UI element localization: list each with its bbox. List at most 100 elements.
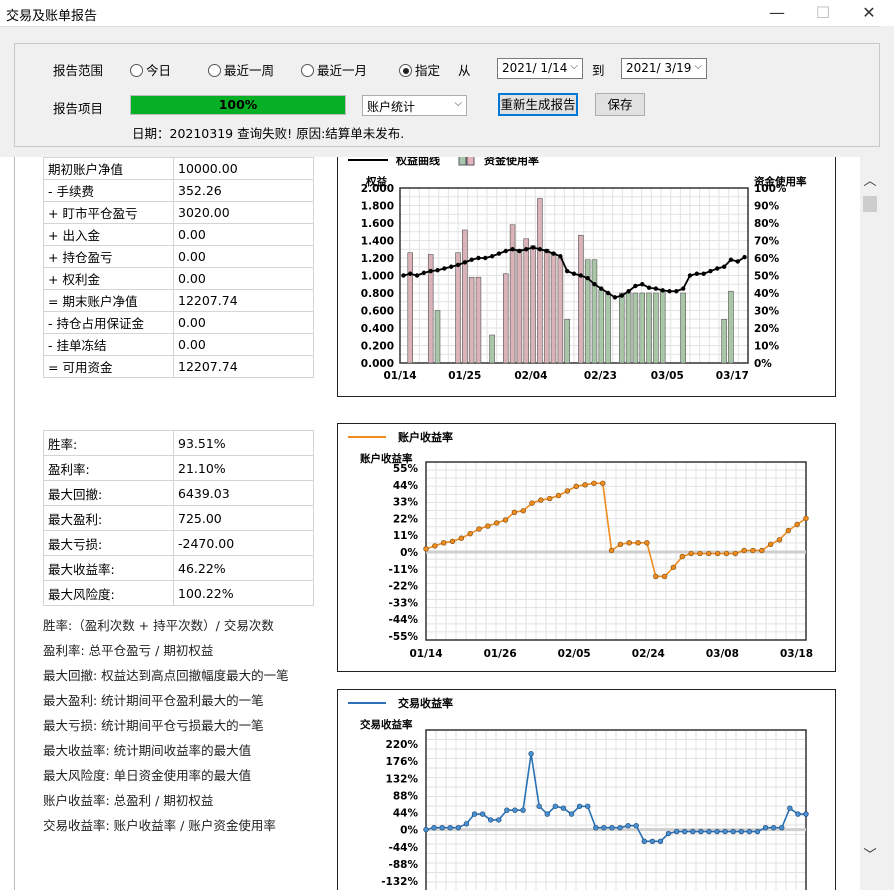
radio-icon [208, 64, 221, 77]
table-row: + 持仓盈亏 0.00 [43, 245, 314, 268]
usage-bar [659, 290, 666, 364]
trade-return-point [795, 811, 801, 817]
row-value: -2470.00 [173, 530, 314, 556]
equity-point [646, 285, 652, 290]
y-tick-label: 0% [400, 825, 418, 837]
row-label: 期初账户净值 [43, 157, 174, 180]
legend-label: 账户收益率 [398, 430, 453, 444]
usage-bar [680, 292, 686, 364]
radio-custom[interactable]: 指定 [399, 60, 440, 79]
trade-return-point [625, 823, 631, 829]
y2-tick-label: 0% [754, 358, 772, 370]
account-return-point [502, 517, 509, 523]
maximize-button[interactable]: ☐ [800, 0, 846, 26]
scroll-down-icon[interactable]: ﹀ [860, 844, 880, 863]
trade-return-point [657, 838, 664, 845]
y-tick-label: 1.600 [361, 218, 394, 230]
equity-point [496, 251, 502, 256]
trade-return-point [762, 824, 769, 831]
table-row: 最大盈利: 725.00 [43, 505, 314, 531]
usage-bar [598, 289, 605, 364]
account-return-point [803, 515, 809, 522]
account-return-point [635, 540, 641, 546]
x-tick-label: 01/26 [484, 648, 517, 660]
minimize-button[interactable]: — [754, 0, 800, 26]
account-return-point [750, 547, 756, 554]
report-content: 期初账户净值 10000.00- 手续费 352.26 + 盯市平仓盈亏 3020.00… [14, 157, 860, 890]
trade-return-point [698, 828, 704, 835]
account-return-point [529, 500, 535, 506]
usage-bar [516, 248, 523, 364]
y-tick-label: 22% [393, 513, 419, 525]
account-return-point [732, 550, 739, 557]
y-tick-label: -44% [389, 614, 419, 626]
row-value: 46.22% [173, 555, 314, 581]
x-tick-label: 03/05 [651, 370, 684, 382]
x-tick-label: 03/08 [706, 648, 739, 660]
radio-last-week[interactable]: 最近一周 [208, 60, 274, 79]
legend-label: 交易收益率 [398, 696, 453, 710]
regenerate-report-button[interactable]: 重新生成报告 [498, 93, 578, 116]
legend-bar-swatch [466, 157, 475, 166]
table-row: 最大回撤: 6439.03 [43, 480, 314, 506]
y-tick-label: 55% [393, 463, 419, 475]
vertical-scrollbar[interactable] [860, 157, 880, 890]
account-return-point [767, 541, 774, 548]
account-return-point [547, 495, 553, 502]
row-label: = 期末账户净值 [43, 289, 174, 312]
statistics-table: 胜率: 93.51% 盈利率: 21.10% 最大回撤: 6439.03 最大盈利: 725.… [43, 430, 314, 606]
y2-tick-label: 100% [754, 183, 787, 195]
usage-bar [503, 273, 509, 364]
y-tick-label: 1.400 [361, 236, 394, 248]
trade-return-point [585, 803, 591, 809]
account-return-chart: 账户收益率账户收益率55%44%33%22%11%0%-11%-22%-33%-… [348, 430, 813, 660]
y-tick-label: 11% [393, 530, 419, 542]
radio-today[interactable]: 今日 [130, 60, 171, 79]
equity-point [578, 273, 584, 278]
row-value: 352.26 [173, 179, 314, 202]
radio-icon [130, 64, 143, 77]
equity-point [530, 245, 536, 250]
scrollbar-thumb[interactable] [863, 196, 877, 212]
trade-return-point [463, 821, 470, 827]
usage-bar [455, 252, 461, 364]
row-value: 10000.00 [173, 157, 314, 180]
report-options-panel: 报告范围 今日 最近一周 最近一月 指定 从 2021/ 1/14 ⌵ 到 20… [0, 26, 894, 157]
trade-return-point [471, 811, 478, 817]
trade-return-point [504, 807, 510, 813]
save-button[interactable]: 保存 [595, 93, 645, 116]
x-tick-label: 03/18 [780, 648, 813, 660]
date-from-picker[interactable]: 2021/ 1/14 ⌵ [497, 58, 583, 79]
account-return-point [714, 550, 721, 557]
equity-point [435, 268, 440, 273]
usage-bar [537, 198, 543, 364]
equity-point [687, 273, 693, 278]
equity-chart-panel: 权益曲线 资金使用率 权益 资金使用率 0.000 0.200 0.400 0.600 0.80… [337, 157, 836, 397]
table-row: 胜率: 93.51% [43, 430, 314, 456]
date-to-picker[interactable]: 2021/ 3/19 ⌵ [621, 58, 707, 79]
row-label: 胜率: [43, 430, 174, 456]
usage-bar [605, 292, 611, 364]
trade-return-point [479, 811, 486, 817]
chevron-down-icon: ⌵ [694, 61, 702, 72]
row-label: 最大亏损: [43, 530, 174, 556]
account-summary-table: 期初账户净值 10000.00- 手续费 352.26 + 盯市平仓盈亏 3020.00… [43, 157, 314, 378]
report-item-select[interactable]: 账户统计 ⌵ [362, 95, 467, 116]
radio-last-month[interactable]: 最近一月 [301, 60, 367, 79]
account-return-point [458, 535, 465, 541]
account-return-point [706, 550, 712, 557]
account-return-point [670, 564, 677, 570]
close-button[interactable]: ✕ [846, 0, 892, 26]
equity-point [503, 248, 508, 254]
row-value: 0.00 [173, 245, 314, 268]
usage-bar [523, 238, 529, 364]
y-tick-label: 0.400 [361, 323, 394, 335]
trade-return-point [730, 828, 736, 835]
scroll-up-icon[interactable]: ︿ [860, 170, 880, 189]
usage-bar [578, 234, 584, 364]
row-label: + 盯市平仓盈亏 [43, 201, 174, 224]
equity-point [680, 286, 686, 291]
x-tick-label: 02/04 [514, 370, 547, 382]
account-return-point [511, 509, 518, 515]
equity-point [694, 271, 700, 276]
